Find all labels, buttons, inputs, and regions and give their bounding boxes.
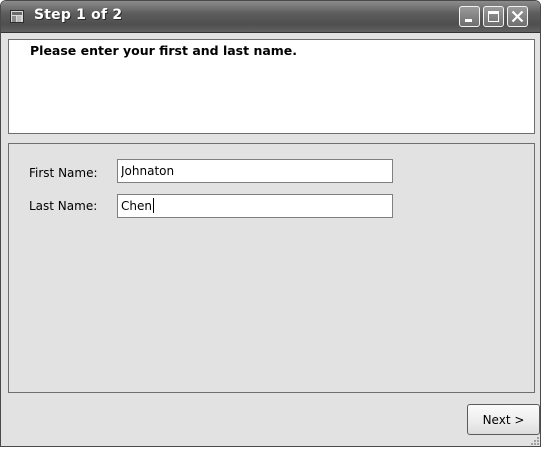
maximize-icon: [488, 11, 499, 22]
window-app-icon: [10, 10, 24, 23]
wizard-window: Step 1 of 2 Please enter your first and …: [0, 0, 541, 447]
instruction-text: Please enter your first and last name.: [30, 43, 298, 58]
minimize-icon: [465, 19, 472, 22]
first-name-field[interactable]: [117, 159, 393, 183]
close-icon: [511, 10, 524, 23]
last-name-label: Last Name:: [29, 199, 98, 213]
window-title: Step 1 of 2: [34, 7, 123, 23]
minimize-button[interactable]: [459, 6, 480, 27]
first-name-label: First Name:: [29, 166, 98, 180]
resize-grip-icon[interactable]: [530, 436, 540, 446]
close-button[interactable]: [507, 6, 528, 27]
text-caret: [153, 198, 154, 213]
next-button[interactable]: Next >: [467, 404, 540, 435]
title-bar[interactable]: Step 1 of 2: [1, 1, 540, 33]
maximize-button[interactable]: [483, 6, 504, 27]
last-name-field[interactable]: [117, 194, 393, 218]
